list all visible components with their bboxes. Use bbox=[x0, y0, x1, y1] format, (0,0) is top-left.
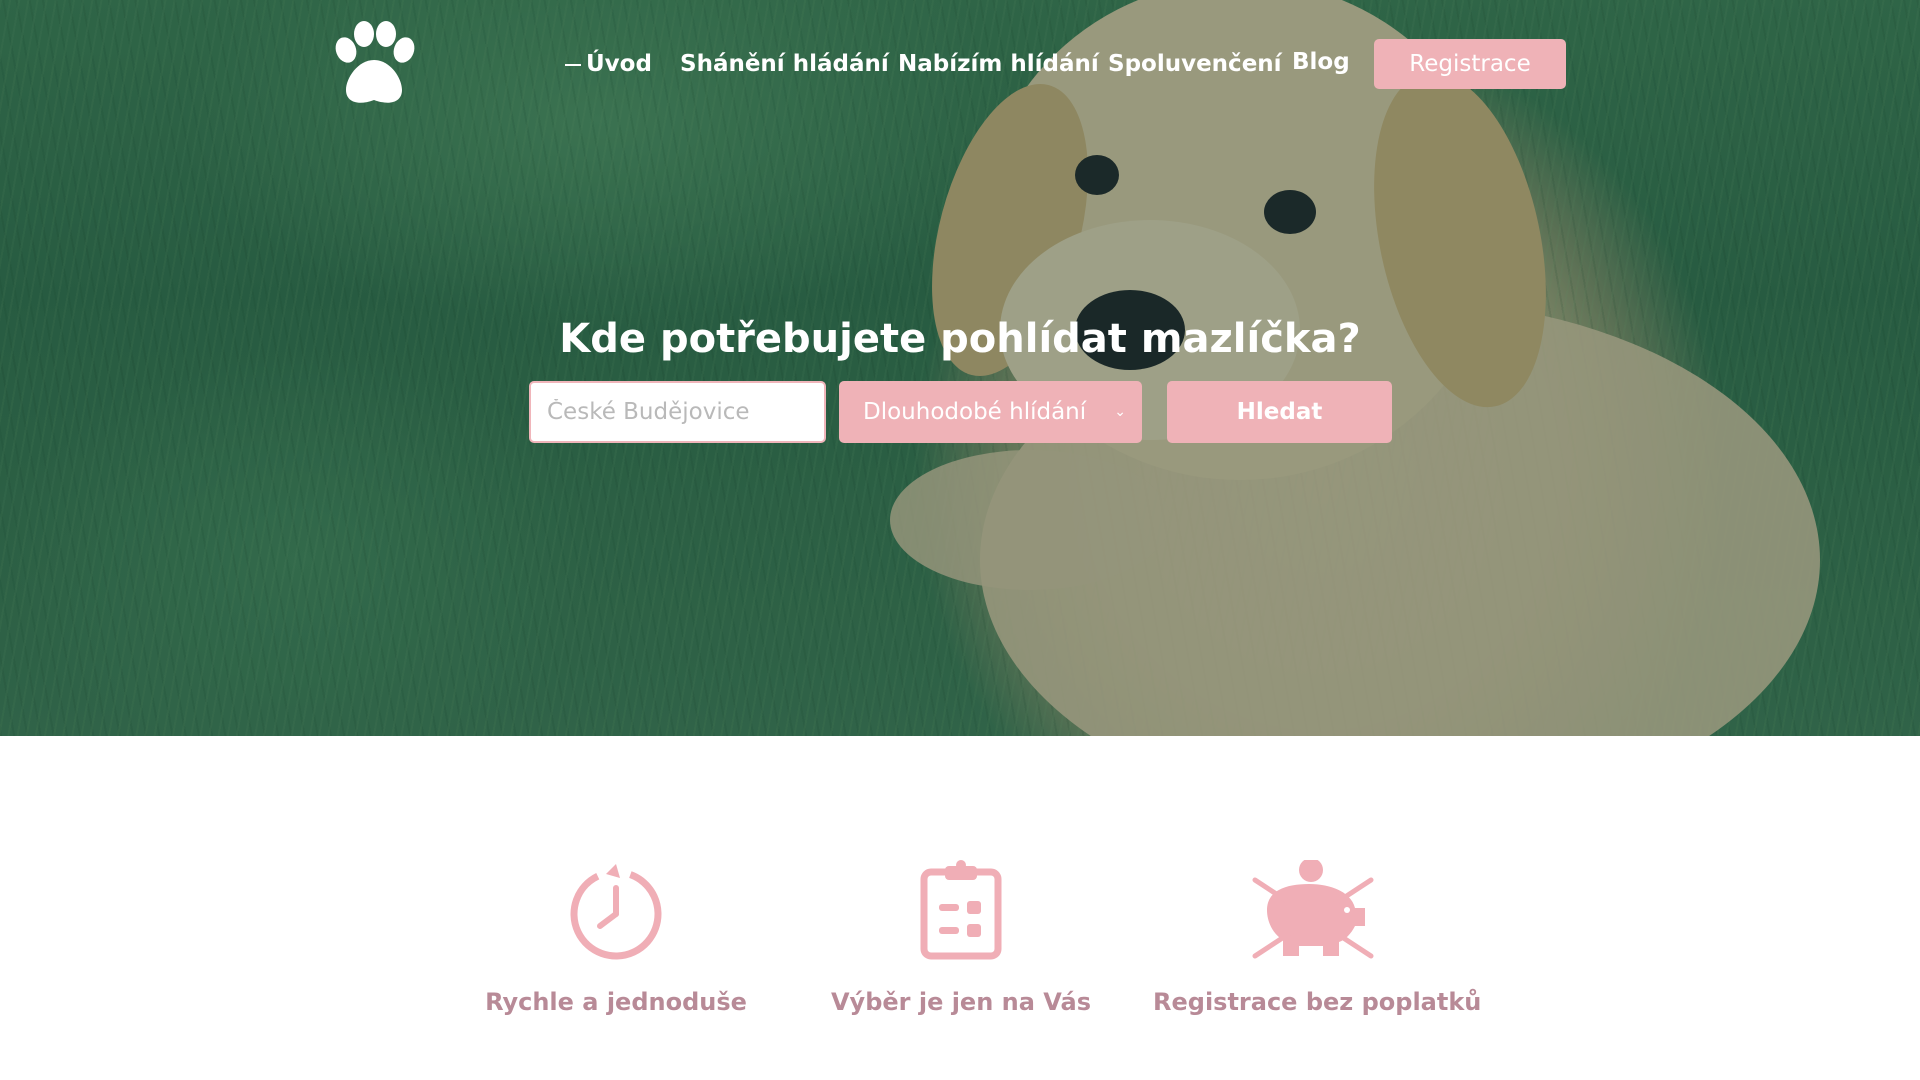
stopwatch-icon bbox=[570, 864, 662, 960]
feature-choice: Výběr je jen na Vás bbox=[801, 860, 1121, 1016]
piggy-bank-icon bbox=[1252, 860, 1374, 959]
feature-choice-label: Výběr je jen na Vás bbox=[830, 988, 1092, 1016]
feature-fast: Rychle a jednoduše bbox=[456, 860, 776, 1016]
sitting-type-value: Dlouhodobé hlídání bbox=[863, 399, 1087, 425]
feature-free-registration: Registrace bez poplatků bbox=[1153, 860, 1482, 1016]
location-input[interactable] bbox=[529, 381, 826, 443]
hero-overlay bbox=[0, 0, 1920, 736]
register-button[interactable]: Registrace bbox=[1374, 39, 1566, 89]
nav-item-blog[interactable]: Blog bbox=[1292, 44, 1350, 80]
search-button[interactable]: Hledat bbox=[1167, 381, 1392, 443]
feature-free-registration-label: Registrace bez poplatků bbox=[1153, 988, 1482, 1016]
nav-item-shaneni-hlidani[interactable]: Shánění hládání bbox=[680, 46, 889, 82]
clipboard-icon bbox=[920, 860, 1002, 960]
hero-section bbox=[0, 0, 1920, 736]
chevron-down-icon: ⌄ bbox=[1114, 404, 1126, 420]
sitting-type-select[interactable]: Dlouhodobé hlídání ⌄ bbox=[839, 381, 1142, 443]
paw-logo-icon[interactable] bbox=[328, 20, 420, 108]
feature-fast-label: Rychle a jednoduše bbox=[485, 988, 747, 1016]
nav-item-uvod[interactable]: Úvod bbox=[565, 46, 652, 82]
nav-item-spoluvenceni[interactable]: Spoluvenčení bbox=[1108, 46, 1282, 82]
hero-title: Kde potřebujete pohlídat mazlíčka? bbox=[559, 316, 1361, 362]
nav-item-nabizim-hlidani[interactable]: Nabízím hlídání bbox=[898, 46, 1099, 82]
